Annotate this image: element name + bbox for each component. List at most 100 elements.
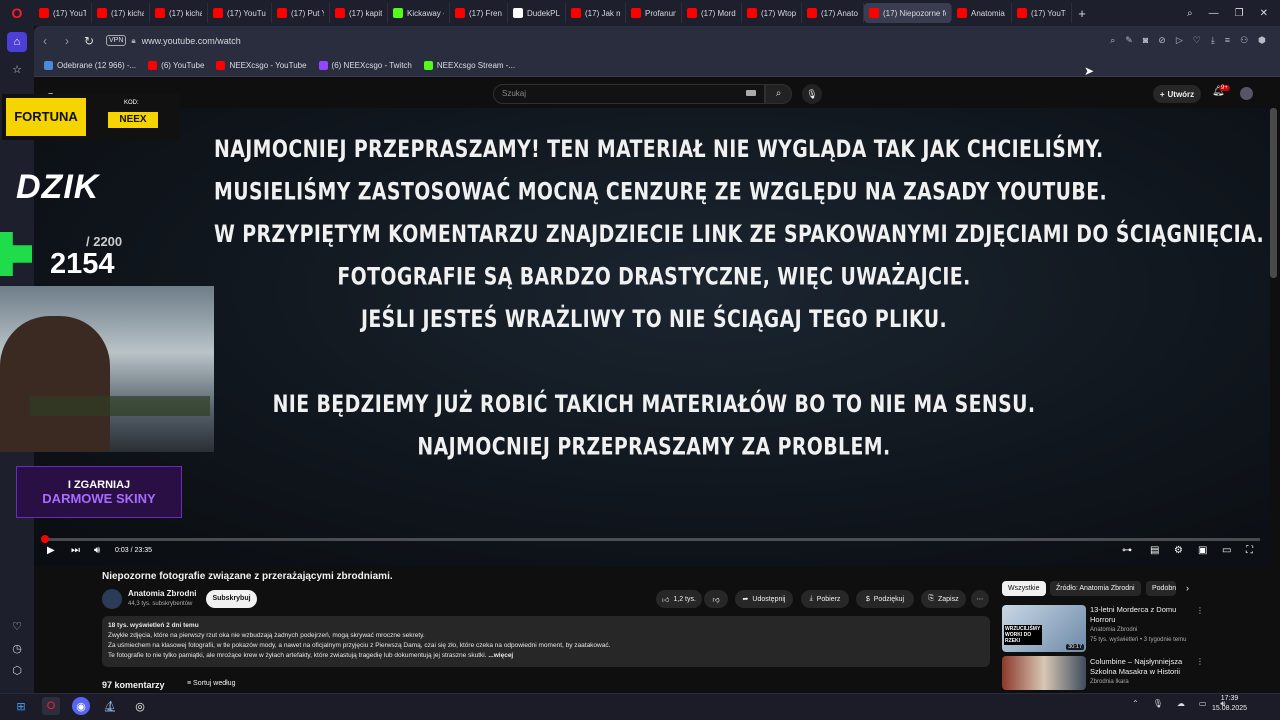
network-icon[interactable]: ▭ [1199, 699, 1207, 709]
next-icon[interactable]: ⏭ [71, 545, 80, 556]
chip-all[interactable]: Wszystkie [1002, 581, 1046, 596]
bookmark-item[interactable]: (6) YouTube [148, 61, 204, 70]
windows-start-icon[interactable]: ⊞ [12, 697, 30, 715]
menu-icon[interactable]: ≡ [1225, 35, 1230, 46]
progress-bar[interactable] [44, 538, 1260, 541]
fullscreen-icon[interactable]: ⛶ [1246, 545, 1253, 556]
dislike-button[interactable]: 👎︎ [704, 590, 728, 608]
heart-icon[interactable]: ♡ [1193, 35, 1201, 46]
discord-icon[interactable]: ◉ [72, 697, 90, 715]
more-vert-icon[interactable]: ⋮ [1196, 606, 1204, 615]
download-icon[interactable]: ⤓ [1211, 35, 1215, 46]
avatar[interactable] [1240, 87, 1253, 100]
minimize-icon[interactable]: — [1209, 8, 1219, 19]
settings-icon[interactable]: ⚙ [1174, 545, 1183, 556]
description-box[interactable]: 18 tys. wyświetleń 2 dni temu Zwykłe zdj… [102, 616, 990, 667]
search-button[interactable]: ⌕ [765, 84, 792, 104]
bookmark-item[interactable]: NEEXcsgo Stream -... [423, 61, 515, 70]
back-icon[interactable]: ‹ [34, 34, 56, 48]
account-icon[interactable]: ⚇ [1240, 35, 1248, 46]
steam-icon[interactable]: ⛵︎ [101, 697, 119, 715]
more-vert-icon[interactable]: ⋮ [1196, 657, 1204, 666]
browser-tab[interactable]: (17) Morde [682, 3, 742, 23]
chevron-up-icon[interactable]: ⌃ [1132, 699, 1139, 709]
lens-icon[interactable]: ⌕ [1110, 35, 1115, 46]
channel-avatar[interactable] [102, 589, 122, 609]
extension-icon[interactable]: ⬢ [1258, 35, 1266, 46]
rec-channel[interactable]: Zbrodnia Ikara [1090, 679, 1129, 685]
camera-icon[interactable]: ◙ [1143, 35, 1148, 46]
download-button[interactable]: ⤓ Pobierz [801, 590, 849, 608]
channel-name[interactable]: Anatomia Zbrodni [128, 589, 196, 598]
scrollbar[interactable] [1270, 108, 1277, 278]
lock-icon[interactable]: 🔒︎ [131, 36, 135, 46]
sort-button[interactable]: ≡ Sortuj według [187, 680, 235, 687]
mic-icon[interactable]: 🎙︎ [802, 84, 822, 104]
browser-tab[interactable]: (17) Put Yo [272, 3, 330, 23]
theater-icon[interactable]: ▭ [1222, 545, 1231, 556]
clock[interactable]: 17:39 15.08.2025 [1212, 694, 1247, 714]
browser-tab[interactable]: Anatomia Z [952, 3, 1012, 23]
browser-tab[interactable]: Kickaway - [388, 3, 450, 23]
opera-logo-icon[interactable]: O [0, 0, 34, 26]
home-icon[interactable]: ⌂ [7, 32, 27, 52]
shield-icon[interactable]: ⊘ [1158, 35, 1166, 46]
browser-tab[interactable]: (17) French [450, 3, 508, 23]
rec-thumbnail[interactable] [1002, 656, 1086, 690]
create-button[interactable]: + Utwórz [1153, 85, 1201, 103]
subscribe-button[interactable]: Subskrybuj [206, 590, 257, 608]
play-icon[interactable]: ▶ [47, 545, 55, 556]
bookmark-item[interactable]: (6) NEEXcsgo - Twitch [318, 61, 412, 70]
subtitles-icon[interactable]: ▤ [1150, 545, 1159, 556]
cloud-icon[interactable]: ☁︎ [1177, 699, 1185, 709]
browser-tab[interactable]: (17) Anatom [802, 3, 864, 23]
browser-tab[interactable]: (17) YouTu [208, 3, 272, 23]
browser-tab[interactable]: (17) Niepozorne fo [864, 3, 952, 23]
rec-channel[interactable]: Anatomia Zbrodni [1090, 627, 1137, 633]
new-tab-button[interactable]: + [1072, 6, 1092, 21]
play-icon[interactable]: ▷ [1176, 35, 1183, 46]
miniplayer-icon[interactable]: ▣ [1198, 545, 1207, 556]
search-input[interactable]: Szukaj [493, 84, 765, 104]
chip-source[interactable]: Źródło: Anatomia Zbrodni [1050, 581, 1141, 596]
more-actions-button[interactable]: ⋯ [971, 590, 989, 608]
obs-icon[interactable]: ◎ [131, 697, 149, 715]
browser-tab[interactable]: (17) kichal [92, 3, 150, 23]
history-icon[interactable]: ◷ [7, 638, 27, 658]
thanks-button[interactable]: $ Podziękuj [856, 590, 914, 608]
vpn-badge[interactable]: VPN [106, 35, 127, 46]
like-button[interactable]: 👍︎ 1,2 tys. [656, 590, 702, 608]
more-link[interactable]: ...więcej [488, 652, 513, 659]
scrubber-handle[interactable] [41, 535, 49, 543]
bookmark-item[interactable]: Odebrane (12 966) -... [44, 61, 136, 70]
cube-icon[interactable]: ⬡ [7, 660, 27, 680]
volume-icon[interactable]: 🔊︎ [94, 545, 100, 556]
browser-tab[interactable]: DudekPL4 [508, 3, 566, 23]
star-icon[interactable]: ☆ [7, 59, 27, 79]
forward-icon[interactable]: › [56, 34, 78, 48]
keyboard-icon[interactable] [746, 90, 756, 96]
share-button[interactable]: ➦ Udostępnij [735, 590, 793, 608]
heart-icon[interactable]: ♡ [7, 616, 27, 636]
save-button[interactable]: ⎘ Zapisz [921, 590, 966, 608]
browser-tab[interactable]: (17) Wtopi [742, 3, 802, 23]
browser-tab[interactable]: (17) YouTu [34, 3, 92, 23]
rec-title[interactable]: Columbine – Najsłynniejsza Szkolna Masak… [1090, 657, 1190, 677]
browser-tab[interactable]: (17) Jak mi [566, 3, 626, 23]
search-tabs-icon[interactable]: ⌕ [1187, 8, 1193, 19]
edit-icon[interactable]: ✎ [1125, 35, 1133, 46]
maximize-icon[interactable]: ❐ [1235, 8, 1244, 19]
browser-tab[interactable]: Profanum [626, 3, 682, 23]
chip-similar[interactable]: Podobn [1146, 581, 1176, 596]
chevron-right-icon[interactable]: › [1186, 583, 1189, 593]
opera-taskbar-icon[interactable]: O [42, 697, 60, 715]
rec-thumbnail[interactable]: WRZUCILIŚMY WORKI DO RZEKI 30:17 [1002, 605, 1086, 652]
bookmark-item[interactable]: NEEXcsgo - YouTube [216, 61, 307, 70]
close-icon[interactable]: ✕ [1260, 8, 1268, 19]
browser-tab[interactable]: (17) kapitar [330, 3, 388, 23]
autoplay-toggle[interactable]: ⊶ [1122, 545, 1132, 556]
reload-icon[interactable]: ↻ [78, 34, 100, 48]
rec-title[interactable]: 13-letni Morderca z Domu Horroru [1090, 605, 1190, 625]
browser-tab[interactable]: (17) kichal [150, 3, 208, 23]
mic-tray-icon[interactable]: 🎙︎ [1153, 699, 1163, 709]
